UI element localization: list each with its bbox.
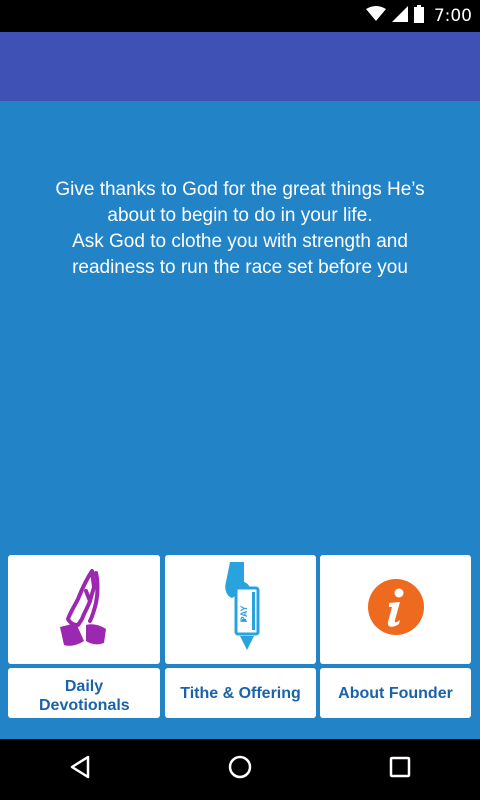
about-founder-label-box[interactable]: About Founder (320, 668, 471, 718)
status-bar: 7:00 (0, 0, 480, 32)
praying-hands-icon (56, 567, 112, 652)
tithe-offering-tile[interactable]: PAY (165, 555, 316, 664)
message-line: readiness to run the race set before you (72, 257, 408, 278)
about-founder-label: About Founder (338, 684, 453, 702)
pay-card-icon: PAY (218, 562, 264, 657)
recents-button[interactable] (370, 750, 430, 790)
daily-devotionals-label-box[interactable]: Daily Devotionals (8, 668, 160, 718)
home-icon (228, 755, 252, 784)
home-button[interactable] (210, 750, 270, 790)
wifi-icon (365, 5, 386, 27)
status-time: 7:00 (433, 6, 472, 26)
message-line: Give thanks to God for the great things … (55, 179, 425, 200)
back-button[interactable] (50, 750, 110, 790)
info-icon (367, 578, 425, 641)
navigation-bar (0, 739, 480, 800)
recents-icon (389, 756, 411, 783)
message-line: Ask God to clothe you with strength and (72, 231, 408, 252)
message-line: about to begin to do in your life. (107, 205, 373, 226)
signal-icon (391, 5, 408, 27)
tithe-offering-label: Tithe & Offering (180, 684, 301, 702)
tithe-offering-label-box[interactable]: Tithe & Offering (165, 668, 316, 718)
back-icon (69, 755, 91, 784)
daily-devotionals-label: Daily Devotionals (39, 678, 130, 714)
app-bar (0, 32, 480, 101)
battery-icon (413, 4, 424, 28)
daily-devotionals-tile[interactable] (8, 555, 160, 664)
about-founder-tile[interactable] (320, 555, 471, 664)
devotional-message: Give thanks to God for the great things … (0, 177, 480, 281)
